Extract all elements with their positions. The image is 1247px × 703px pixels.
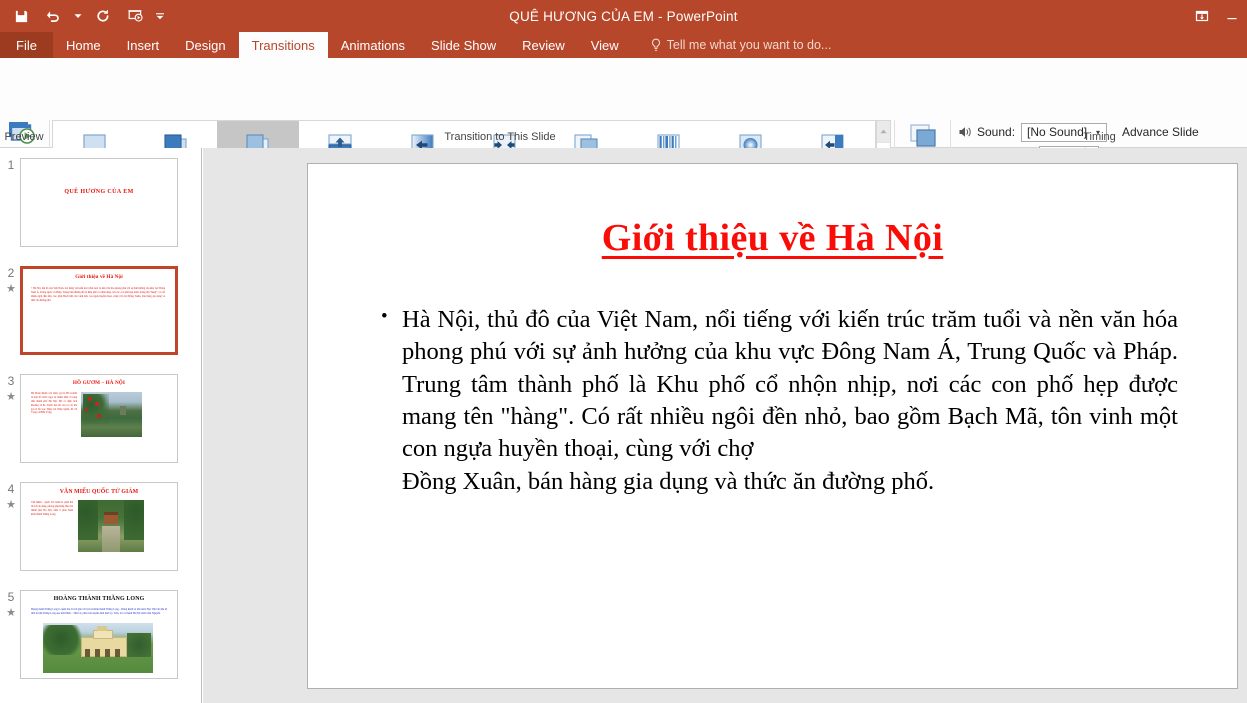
- slide-title-placeholder[interactable]: Giới thiệu về Hà Nội: [364, 216, 1182, 260]
- thumbnail-slide-5-body: Hoàng thành Thăng Long là quần thể di tí…: [31, 608, 167, 615]
- transition-group-label: Transition to This Slide: [444, 131, 556, 143]
- tab-design[interactable]: Design: [172, 32, 238, 58]
- window-controls: [1187, 0, 1247, 32]
- thumbnail-slide-4-body: Văn Miếu – Quốc Tử Giám là quần thể di t…: [31, 501, 73, 516]
- preview-group-label: Preview: [4, 131, 44, 143]
- tab-animations[interactable]: Animations: [328, 32, 418, 58]
- thumbnail-slide-5-title: HOÀNG THÀNH THĂNG LONG: [53, 596, 145, 602]
- slide-title-text: Giới thiệu về Hà Nội: [601, 217, 944, 259]
- ribbon-tab-bar: File Home Insert Design Transitions Anim…: [0, 32, 1247, 85]
- thumbnail-slide-1[interactable]: QUÊ HƯƠNG CỦA EM: [20, 158, 178, 247]
- thumbnail-number-3: 3: [7, 374, 15, 388]
- thumbnail-slide-2-bg: [23, 269, 175, 352]
- thumbnail-slide-1-bg: [21, 159, 177, 246]
- thumbnail-slide-2-body: •Hà Nội, thủ đô của Việt Nam, nổi tiếng …: [31, 287, 165, 302]
- thumbnail-slide-4-image: [78, 500, 144, 552]
- thumbnail-transition-star-5[interactable]: ★: [4, 606, 18, 619]
- minimize-icon[interactable]: [1217, 1, 1247, 31]
- powerpoint-window: QUÊ HƯƠNG CỦA EM - PowerPoint File Home …: [0, 0, 1247, 703]
- thumbnail-number-5: 5: [7, 590, 15, 604]
- slide-body-placeholder[interactable]: • Hà Nội, thủ đô của Việt Nam, nổi tiếng…: [378, 304, 1178, 498]
- thumbnail-slide-3-image: [81, 392, 142, 437]
- thumbnail-number-1: 1: [7, 158, 15, 172]
- thumbnail-slide-4-title: VĂN MIẾU QUỐC TỬ GIÁM: [59, 489, 139, 495]
- tell-me-search[interactable]: Tell me what you want to do...: [640, 32, 842, 58]
- current-slide-canvas[interactable]: Giới thiệu về Hà Nội • Hà Nội, thủ đô củ…: [307, 163, 1238, 689]
- thumbnail-number-4: 4: [7, 482, 15, 496]
- tab-file[interactable]: File: [0, 32, 53, 58]
- tab-transitions[interactable]: Transitions: [238, 32, 328, 58]
- thumbnail-slide-3-title: HỒ GƯƠM – HÀ NỘI: [72, 380, 126, 386]
- customize-qat-icon[interactable]: [152, 3, 168, 29]
- thumbnail-slide-1-title: QUÊ HƯƠNG CỦA EM: [64, 189, 134, 195]
- timing-group-label: Timing: [1083, 131, 1116, 143]
- slide-editing-pane: Giới thiệu về Hà Nội • Hà Nội, thủ đô củ…: [203, 148, 1247, 703]
- thumbnail-slide-5[interactable]: HOÀNG THÀNH THĂNG LONG Hoàng thành Thăng…: [20, 590, 178, 679]
- title-bar: QUÊ HƯƠNG CỦA EM - PowerPoint: [0, 0, 1247, 32]
- ribbon-display-options-icon[interactable]: [1187, 1, 1217, 31]
- slide-thumbnail-pane[interactable]: 1 QUÊ HƯƠNG CỦA EM 2 ★ Giới thiệu về Hà …: [0, 148, 202, 703]
- save-icon[interactable]: [6, 3, 36, 29]
- thumbnail-slide-2[interactable]: Giới thiệu về Hà Nội •Hà Nội, thủ đô của…: [20, 266, 178, 355]
- tab-insert[interactable]: Insert: [114, 32, 173, 58]
- thumbnail-transition-star-3[interactable]: ★: [4, 390, 18, 403]
- undo-dropdown-icon[interactable]: [70, 3, 86, 29]
- slide-body-bullet: •: [381, 306, 388, 327]
- start-presentation-icon[interactable]: [120, 3, 150, 29]
- tell-me-label: Tell me what you want to do...: [666, 38, 832, 52]
- ribbon-group-labels: Preview Transition to This Slide Timing: [0, 131, 1247, 148]
- quick-access-toolbar: [6, 0, 168, 32]
- thumbnail-slide-3[interactable]: HỒ GƯƠM – HÀ NỘI Hồ Hoàn Kiếm còn được g…: [20, 374, 178, 463]
- tab-review[interactable]: Review: [509, 32, 578, 58]
- tab-home[interactable]: Home: [53, 32, 114, 58]
- thumbnail-number-2: 2: [7, 266, 15, 280]
- document-title: QUÊ HƯƠNG CỦA EM - PowerPoint: [509, 8, 738, 24]
- work-area: 1 QUÊ HƯƠNG CỦA EM 2 ★ Giới thiệu về Hà …: [0, 148, 1247, 703]
- slide-body-text: Hà Nội, thủ đô của Việt Nam, nổi tiếng v…: [402, 304, 1178, 498]
- tab-slide-show[interactable]: Slide Show: [418, 32, 509, 58]
- tab-view[interactable]: View: [578, 32, 632, 58]
- thumbnail-slide-2-title: Giới thiệu về Hà Nội: [75, 274, 123, 280]
- lightbulb-icon: [650, 38, 662, 52]
- redo-icon[interactable]: [88, 3, 118, 29]
- thumbnail-slide-4[interactable]: VĂN MIẾU QUỐC TỬ GIÁM Văn Miếu – Quốc Tử…: [20, 482, 178, 571]
- thumbnail-transition-star-4[interactable]: ★: [4, 498, 18, 511]
- thumbnail-slide-3-body: Hồ Hoàn Kiếm còn được gọi là Hồ Gươm là …: [31, 392, 77, 415]
- thumbnail-transition-star-2[interactable]: ★: [4, 282, 18, 295]
- undo-icon[interactable]: [38, 3, 68, 29]
- thumbnail-slide-5-image: [43, 623, 153, 673]
- slide-body-text-last-line: Đồng Xuân, bán hàng gia dụng và thức ăn …: [402, 467, 935, 495]
